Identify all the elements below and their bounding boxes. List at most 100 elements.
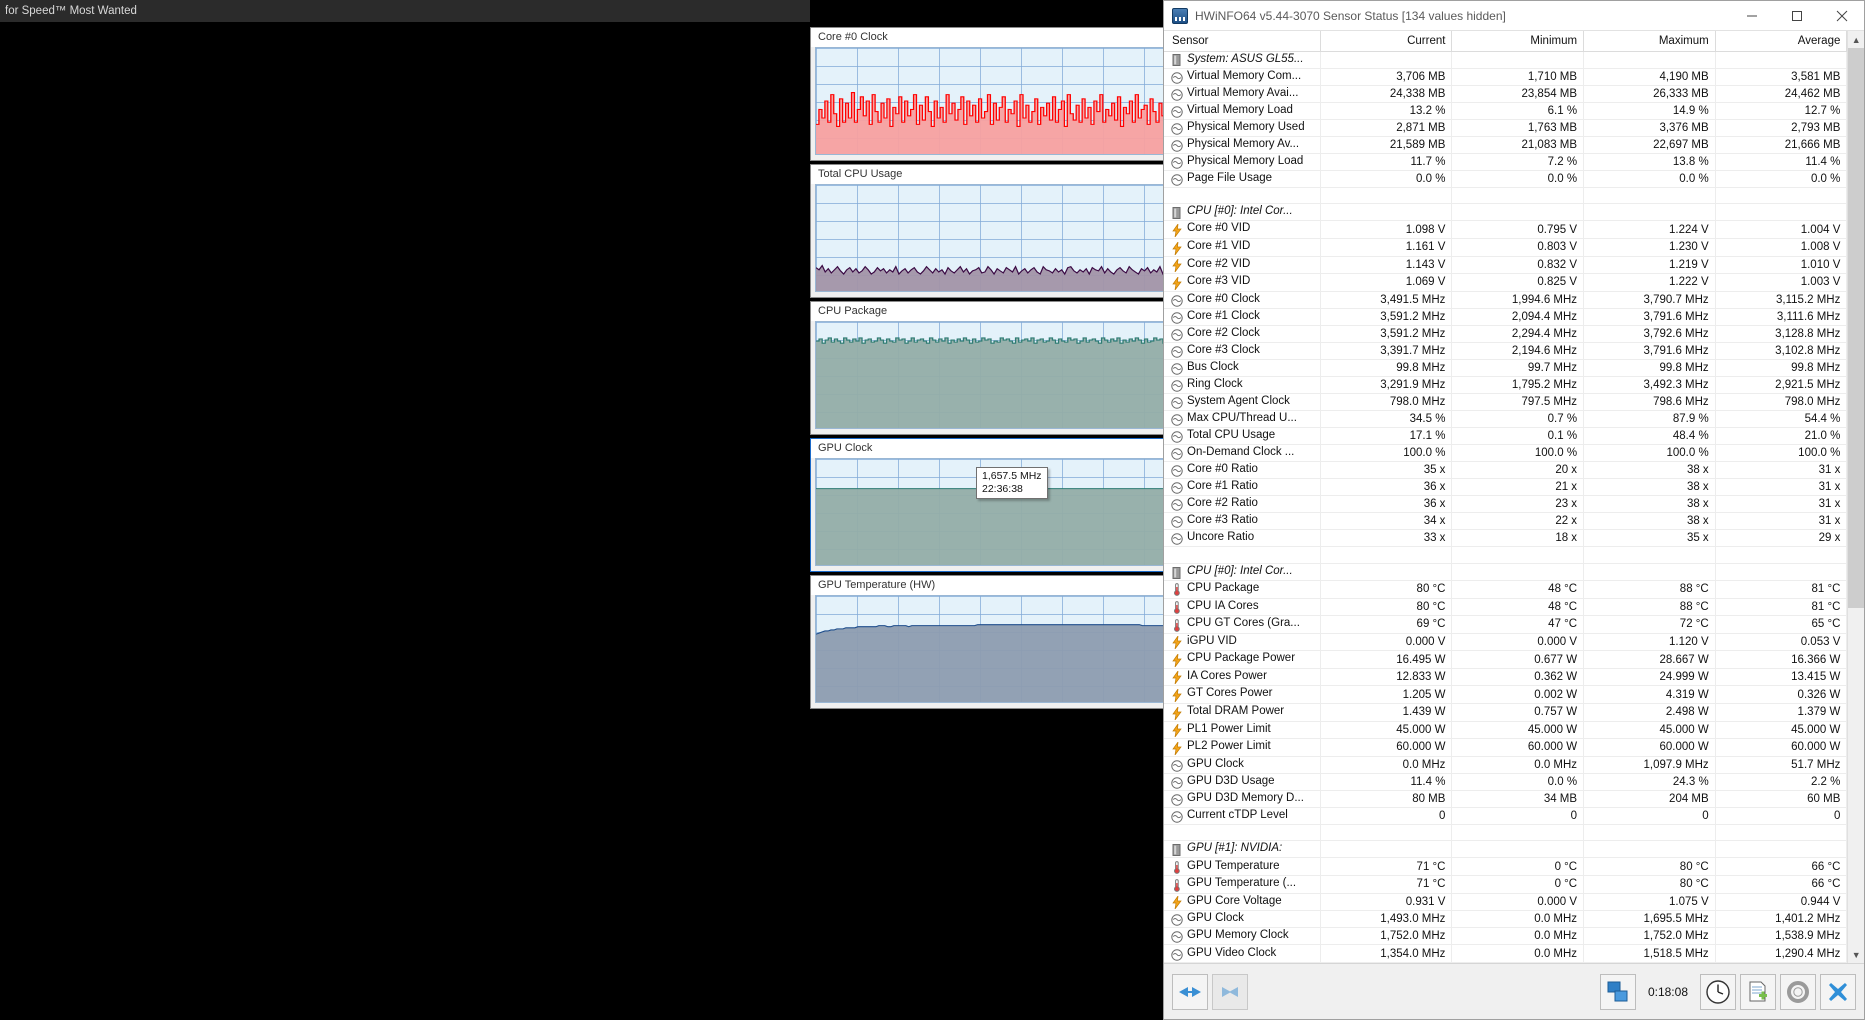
sensor-name-cell[interactable]: Ring Clock <box>1164 376 1321 395</box>
sensor-group-row[interactable]: System: ASUS GL55... <box>1164 51 1848 69</box>
table-row[interactable]: GPU Clock 1,493.0 MHz 0.0 MHz 1,695.5 MHz 1,… <box>1164 910 1848 929</box>
table-row[interactable]: CPU Package 80 °C 48 °C 88 °C 81 °C <box>1164 580 1848 599</box>
sensor-name-cell[interactable]: Physical Memory Used <box>1164 119 1321 137</box>
table-row[interactable]: Core #1 Clock 3,591.2 MHz 2,094.4 MHz 3,791… <box>1164 308 1848 326</box>
table-row[interactable]: Physical Memory Used 2,871 MB 1,763 MB 3,37… <box>1164 119 1848 137</box>
sensor-table-scrollbar[interactable]: ▲ ▼ <box>1847 31 1864 963</box>
sensor-name-cell[interactable]: Physical Memory Load <box>1164 153 1321 171</box>
column-header-maximum[interactable]: Maximum <box>1583 31 1716 52</box>
minimize-icon[interactable] <box>1729 1 1774 31</box>
close-icon[interactable] <box>1819 1 1864 31</box>
table-row[interactable]: GPU Temperature 71 °C 0 °C 80 °C 66 °C <box>1164 857 1848 877</box>
table-row[interactable]: System Agent Clock 798.0 MHz 797.5 MHz 798.… <box>1164 393 1848 412</box>
sensor-group-row[interactable]: GPU [#1]: NVIDIA: <box>1164 840 1848 859</box>
sensor-name-cell[interactable]: GPU Temperature <box>1164 857 1321 877</box>
table-row[interactable]: Page File Usage 0.0 % 0.0 % 0.0 % 0.0 % <box>1164 170 1848 188</box>
table-row[interactable]: Core #3 Clock 3,391.7 MHz 2,194.6 MHz 3,791… <box>1164 342 1848 360</box>
table-row[interactable]: Max CPU/Thread U... 34.5 % 0.7 % 87.9 % 54.4… <box>1164 410 1848 429</box>
sensor-name-cell[interactable]: Virtual Memory Avai... <box>1164 85 1321 103</box>
logging-button[interactable] <box>1740 973 1776 1010</box>
sensor-name-cell[interactable]: Core #0 Ratio <box>1164 461 1321 480</box>
scroll-down-icon[interactable]: ▼ <box>1848 946 1864 963</box>
sensor-name-cell[interactable]: CPU GT Cores (Gra... <box>1164 615 1321 634</box>
sensor-name-cell[interactable]: GPU Clock <box>1164 910 1321 929</box>
clock-button[interactable] <box>1700 973 1736 1010</box>
sensor-name-cell[interactable]: Core #2 Clock <box>1164 325 1321 343</box>
sensor-name-cell[interactable]: GT Cores Power <box>1164 685 1321 704</box>
table-row[interactable]: Core #2 Clock 3,591.2 MHz 2,294.4 MHz 3,792… <box>1164 325 1848 343</box>
sensor-name-cell[interactable]: Core #3 Ratio <box>1164 512 1321 531</box>
sensor-group-row[interactable]: CPU [#0]: Intel Cor... <box>1164 203 1848 222</box>
table-row[interactable]: GPU Memory Clock 1,752.0 MHz 0.0 MHz 1,752.… <box>1164 927 1848 946</box>
sensor-table[interactable]: Sensor Current Minimum Maximum Average S… <box>1164 31 1848 963</box>
table-row[interactable]: Core #0 VID 1.098 V 0.795 V 1.224 V 1.004 V <box>1164 220 1848 239</box>
sensor-name-cell[interactable]: Core #2 VID <box>1164 256 1321 275</box>
sensor-name-cell[interactable]: Max CPU/Thread U... <box>1164 410 1321 429</box>
table-row[interactable]: Core #1 Ratio 36 x 21 x 38 x 31 x <box>1164 478 1848 497</box>
sensor-name-cell[interactable]: iGPU VID <box>1164 633 1321 652</box>
table-row[interactable]: Core #1 VID 1.161 V 0.803 V 1.230 V 1.008 V <box>1164 238 1848 257</box>
sensor-name-cell[interactable]: CPU IA Cores <box>1164 598 1321 617</box>
table-row[interactable]: GPU Clock 0.0 MHz 0.0 MHz 1,097.9 MHz 51.7 M… <box>1164 756 1848 774</box>
table-row[interactable]: PL2 Power Limit 60.000 W 60.000 W 60.000 W6… <box>1164 738 1848 757</box>
sensor-name-cell[interactable]: System: ASUS GL55... <box>1164 51 1321 69</box>
table-row[interactable]: GPU D3D Memory D... 80 MB 34 MB 204 MB 60 MB <box>1164 790 1848 808</box>
sensor-name-cell[interactable]: GPU Video Clock <box>1164 944 1321 963</box>
table-row[interactable]: GPU Core Voltage 0.931 V 0.000 V 1.075 V 0.9… <box>1164 893 1848 912</box>
sensor-name-cell[interactable]: Core #2 Ratio <box>1164 495 1321 514</box>
sensor-name-cell[interactable]: Total CPU Usage <box>1164 427 1321 446</box>
sensor-name-cell[interactable]: Current cTDP Level <box>1164 807 1321 825</box>
snapshot-button[interactable] <box>1599 973 1636 1010</box>
sensor-name-cell[interactable]: GPU D3D Usage <box>1164 773 1321 791</box>
table-row[interactable]: Total CPU Usage 17.1 % 0.1 % 48.4 % 21.0 % <box>1164 427 1848 446</box>
table-row[interactable]: Bus Clock 99.8 MHz 99.7 MHz 99.8 MHz 99.8 MH… <box>1164 359 1848 377</box>
sensor-name-cell[interactable]: Uncore Ratio <box>1164 529 1321 548</box>
gear-button[interactable] <box>1780 973 1816 1010</box>
table-row[interactable]: CPU IA Cores 80 °C 48 °C 88 °C 81 °C <box>1164 598 1848 617</box>
sensor-name-cell[interactable]: Core #3 VID <box>1164 273 1321 292</box>
sensor-name-cell[interactable]: Virtual Memory Load <box>1164 102 1321 120</box>
sensor-name-cell[interactable]: Core #1 Ratio <box>1164 478 1321 497</box>
column-header-sensor[interactable]: Sensor <box>1164 31 1321 52</box>
table-row[interactable]: Total DRAM Power 1.439 W 0.757 W 2.498 W 1.3… <box>1164 703 1848 722</box>
table-row[interactable]: Virtual Memory Avai... 24,338 MB 23,854 MB… <box>1164 85 1848 103</box>
hwinfo-titlebar[interactable]: HWiNFO64 v5.44-3070 Sensor Status [134 v… <box>1164 1 1864 31</box>
table-row[interactable]: Core #3 VID 1.069 V 0.825 V 1.222 V 1.003 V <box>1164 273 1848 292</box>
table-row[interactable]: PL1 Power Limit 45.000 W 45.000 W 45.000 W4… <box>1164 721 1848 740</box>
scroll-up-icon[interactable]: ▲ <box>1848 31 1864 48</box>
sensor-name-cell[interactable]: Core #1 Clock <box>1164 308 1321 326</box>
sensor-name-cell[interactable]: PL2 Power Limit <box>1164 738 1321 757</box>
sensor-name-cell[interactable]: Core #3 Clock <box>1164 342 1321 360</box>
table-row[interactable]: On-Demand Clock ... 100.0 % 100.0 % 100.0 %… <box>1164 444 1848 463</box>
table-row[interactable]: iGPU VID 0.000 V 0.000 V 1.120 V 0.053 V <box>1164 633 1848 652</box>
sensor-name-cell[interactable]: Core #0 Clock <box>1164 291 1321 309</box>
sensor-name-cell[interactable]: Core #0 VID <box>1164 220 1321 239</box>
sensor-name-cell[interactable]: GPU Clock <box>1164 756 1321 774</box>
maximize-icon[interactable] <box>1774 1 1819 31</box>
table-row[interactable]: Core #0 Ratio 35 x 20 x 38 x 31 x <box>1164 461 1848 480</box>
table-row[interactable]: Ring Clock 3,291.9 MHz 1,795.2 MHz 3,492.3 … <box>1164 376 1848 395</box>
table-row[interactable]: CPU GT Cores (Gra... 69 °C 47 °C 72 °C 65 °C <box>1164 615 1848 634</box>
expand-columns-button[interactable] <box>1172 973 1208 1010</box>
table-row[interactable]: GPU D3D Usage 11.4 % 0.0 % 24.3 % 2.2 % <box>1164 773 1848 791</box>
collapse-columns-button[interactable] <box>1212 973 1248 1010</box>
sensor-name-cell[interactable]: Page File Usage <box>1164 170 1321 188</box>
sensor-name-cell[interactable]: GPU Core Voltage <box>1164 893 1321 912</box>
sensor-name-cell[interactable]: GPU Temperature (... <box>1164 875 1321 894</box>
sensor-name-cell[interactable]: GPU D3D Memory D... <box>1164 790 1321 808</box>
table-row[interactable]: Core #2 Ratio 36 x 23 x 38 x 31 x <box>1164 495 1848 514</box>
column-header-current[interactable]: Current <box>1320 31 1453 52</box>
table-row[interactable]: Physical Memory Av... 21,589 MB 21,083 MB 2… <box>1164 136 1848 154</box>
table-row[interactable]: Virtual Memory Load 13.2 % 6.1 % 14.9 % 12.7… <box>1164 102 1848 120</box>
table-row[interactable]: GPU Temperature (... 71 °C 0 °C 80 °C 66 °C <box>1164 875 1848 894</box>
table-row[interactable]: Core #0 Clock 3,491.5 MHz 1,994.6 MHz 3,790… <box>1164 291 1848 309</box>
table-row[interactable]: GPU Video Clock 1,354.0 MHz 0.0 MHz 1,518.5… <box>1164 944 1848 963</box>
sensor-name-cell[interactable]: CPU [#0]: Intel Cor... <box>1164 563 1321 581</box>
sensor-name-cell[interactable]: GPU Memory Clock <box>1164 927 1321 946</box>
table-row[interactable]: Core #2 VID 1.143 V 0.832 V 1.219 V 1.010 V <box>1164 256 1848 275</box>
sensor-name-cell[interactable]: Total DRAM Power <box>1164 703 1321 722</box>
column-header-average[interactable]: Average <box>1715 31 1848 52</box>
sensor-name-cell[interactable]: GPU [#1]: NVIDIA: <box>1164 840 1321 859</box>
scrollbar-thumb[interactable] <box>1848 48 1864 608</box>
sensor-group-row[interactable]: CPU [#0]: Intel Cor... <box>1164 563 1848 581</box>
